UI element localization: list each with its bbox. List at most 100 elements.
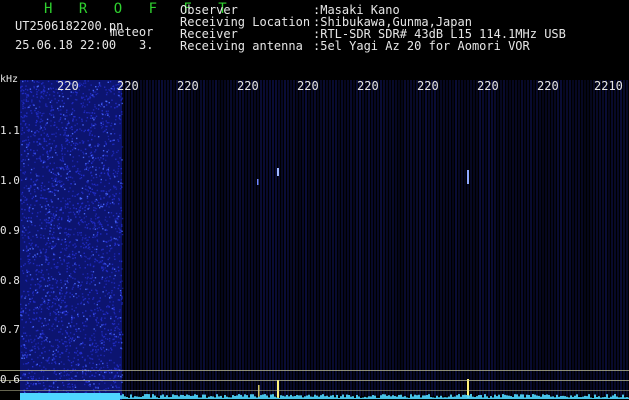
noise-speck: [53, 297, 55, 300]
noise-speck: [60, 227, 62, 229]
noise-speck: [106, 338, 109, 340]
noise-speck: [108, 250, 111, 252]
noise-speck: [71, 378, 73, 380]
noise-stripe: [494, 80, 496, 396]
baseline-trace: [396, 396, 398, 399]
noise-speck: [56, 181, 59, 183]
noise-speck: [100, 360, 102, 363]
noise-speck: [72, 165, 74, 168]
noise-speck: [106, 362, 108, 364]
noise-speck: [60, 200, 62, 203]
baseline-trace: [418, 394, 420, 399]
noise-speck: [118, 94, 120, 97]
noise-speck: [41, 187, 43, 189]
noise-speck: [101, 260, 104, 262]
x-tick-label: 220: [57, 79, 79, 93]
noise-speck: [93, 119, 95, 121]
baseline-trace: [164, 396, 166, 399]
x-tick-label: 220: [477, 79, 499, 93]
noise-speck: [42, 347, 44, 350]
noise-speck: [103, 350, 106, 352]
noise-speck: [66, 168, 68, 171]
noise-speck: [77, 234, 79, 236]
noise-stripe: [410, 80, 412, 396]
noise-speck: [51, 183, 53, 185]
noise-speck: [105, 205, 108, 207]
noise-speck: [66, 373, 69, 375]
noise-speck: [46, 259, 49, 261]
noise-speck: [85, 168, 88, 170]
noise-speck: [39, 365, 41, 367]
noise-speck: [59, 226, 61, 228]
noise-speck: [108, 257, 111, 259]
noise-speck: [40, 189, 42, 192]
noise-speck: [82, 273, 84, 276]
noise-speck: [87, 181, 89, 184]
noise-stripe: [452, 80, 454, 396]
noise-speck: [27, 258, 29, 261]
noise-speck: [61, 333, 64, 335]
baseline-trace: [148, 394, 150, 399]
noise-speck: [33, 85, 35, 88]
noise-speck: [69, 207, 71, 210]
noise-speck: [92, 202, 94, 205]
noise-stripe: [437, 80, 439, 396]
noise-speck: [68, 342, 71, 344]
noise-speck: [84, 209, 86, 212]
noise-speck: [73, 254, 76, 256]
noise-speck: [90, 277, 93, 280]
noise-speck: [20, 111, 22, 114]
baseline-trace: [444, 397, 446, 399]
noise-stripe: [344, 80, 346, 396]
noise-speck: [78, 223, 81, 226]
noise-speck: [110, 349, 113, 351]
noise-speck: [98, 143, 101, 146]
baseline-trace: [328, 396, 330, 399]
baseline-trace: [468, 395, 470, 399]
noise-speck: [21, 127, 24, 129]
noise-speck: [64, 340, 66, 343]
noise-speck: [61, 158, 64, 160]
noise-speck: [111, 226, 113, 229]
noise-speck: [57, 311, 60, 313]
noise-speck: [100, 348, 103, 351]
noise-speck: [106, 121, 108, 124]
noise-speck: [82, 366, 84, 368]
noise-speck: [94, 261, 96, 263]
y-tick-label: 0.6: [0, 373, 20, 386]
noise-speck: [92, 109, 95, 111]
noise-speck: [22, 120, 24, 122]
noise-stripe: [539, 80, 541, 396]
noise-speck: [78, 363, 80, 366]
noise-speck: [77, 286, 79, 288]
noise-speck: [49, 138, 51, 141]
noise-speck: [47, 308, 50, 310]
noise-speck: [59, 105, 62, 108]
noise-speck: [49, 113, 51, 115]
noise-speck: [98, 223, 101, 226]
noise-speck: [86, 116, 89, 119]
noise-stripe: [188, 80, 190, 396]
noise-speck: [47, 97, 50, 100]
noise-speck: [44, 189, 46, 191]
noise-speck: [66, 234, 68, 236]
noise-speck: [64, 153, 66, 156]
noise-speck: [97, 221, 99, 224]
noise-speck: [48, 170, 51, 172]
noise-speck: [92, 297, 95, 299]
noise-speck: [105, 371, 107, 373]
noise-speck: [34, 338, 36, 341]
noise-stripe: [551, 80, 553, 396]
noise-speck: [99, 222, 101, 224]
noise-speck: [34, 109, 36, 112]
noise-speck: [69, 197, 71, 200]
noise-speck: [32, 318, 34, 320]
baseline-trace: [206, 397, 208, 399]
noise-speck: [55, 152, 57, 154]
noise-speck: [90, 270, 93, 273]
noise-speck: [27, 226, 30, 228]
x-tick-label: 2210: [594, 79, 623, 93]
noise-speck: [116, 217, 118, 219]
noise-speck: [27, 144, 30, 146]
noise-speck: [84, 334, 87, 336]
